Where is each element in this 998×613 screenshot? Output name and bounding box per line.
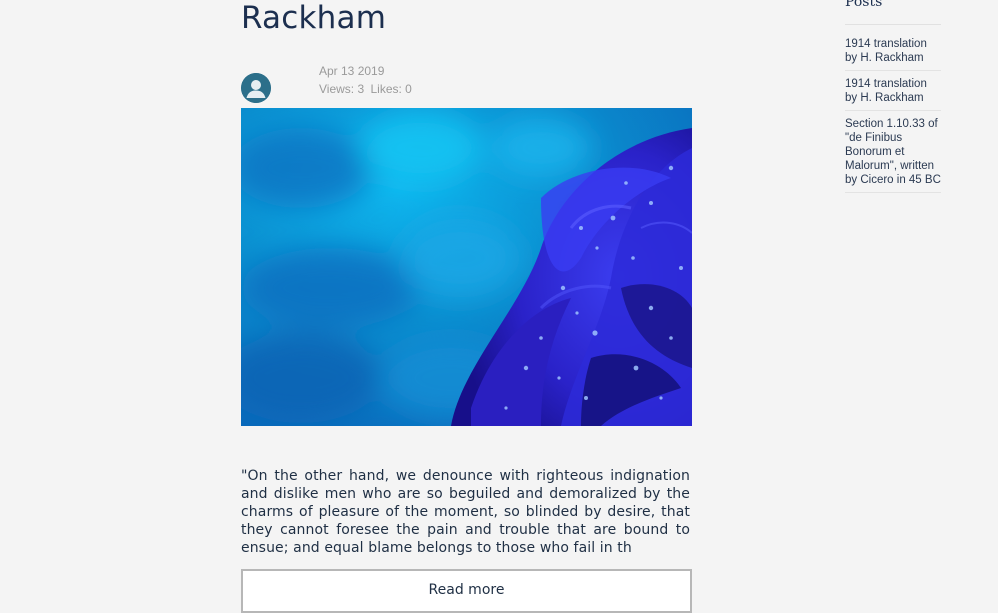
recent-post-link[interactable]: 1914 translation by H. Rackham: [845, 37, 941, 71]
blue-rose-photo: [241, 108, 692, 426]
likes-count: Likes: 0: [370, 82, 412, 96]
sidebar-divider: [845, 24, 941, 25]
post-stats: Views: 3 Likes: 0: [319, 80, 412, 98]
user-silhouette-icon: [241, 73, 271, 103]
post-meta: Apr 13 2019 Views: 3 Likes: 0: [319, 62, 412, 98]
recent-post-link[interactable]: 1914 translation by H. Rackham: [845, 77, 941, 111]
sidebar-heading: Posts: [845, 0, 883, 10]
post-excerpt: "On the other hand, we denounce with rig…: [241, 468, 690, 556]
views-count: Views: 3: [319, 82, 365, 96]
read-more-button[interactable]: Read more: [241, 569, 692, 613]
featured-image[interactable]: [241, 108, 692, 426]
post-date: Apr 13 2019: [319, 64, 385, 78]
author-avatar[interactable]: [241, 73, 271, 103]
recent-post-link[interactable]: Section 1.10.33 of "de Finibus Bonorum e…: [845, 117, 941, 193]
post-title: Rackham: [241, 0, 387, 36]
recent-posts-list: 1914 translation by H. Rackham 1914 tran…: [845, 37, 941, 199]
